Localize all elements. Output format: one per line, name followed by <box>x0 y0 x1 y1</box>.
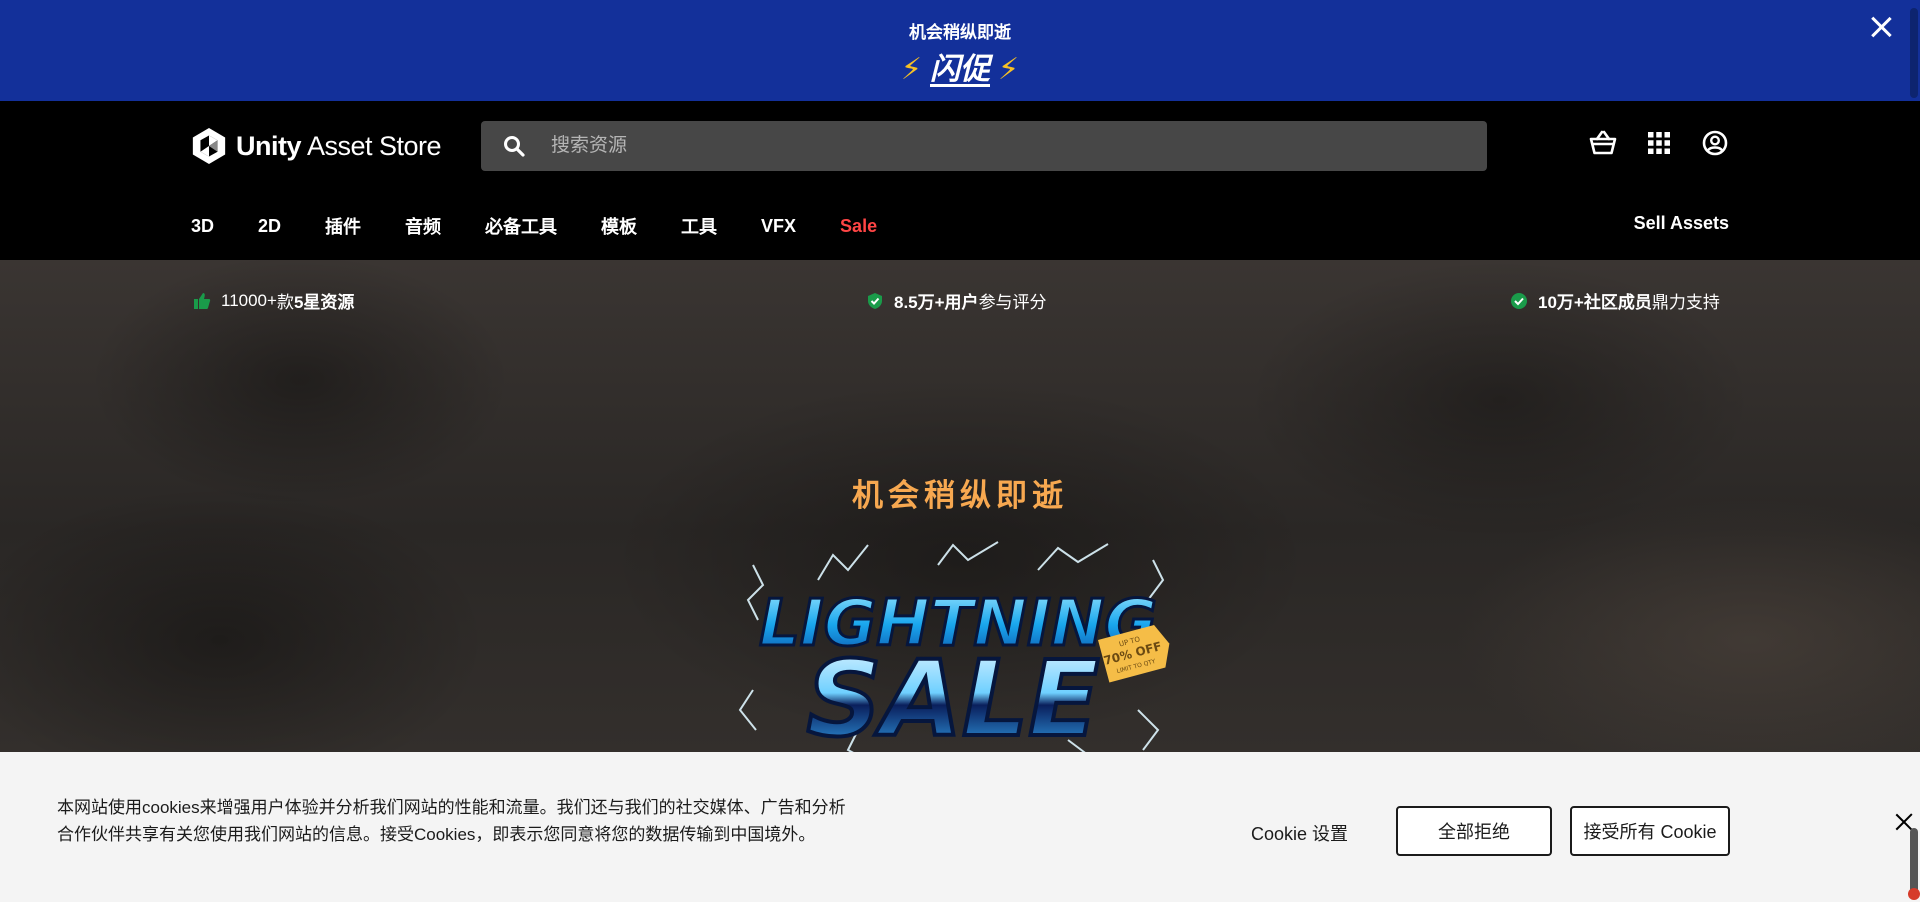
nav-item-vfx[interactable]: VFX <box>761 216 796 237</box>
header-icons <box>1589 129 1729 157</box>
hero-title: 机会稍纵即逝 <box>852 478 1068 513</box>
cookie-settings-button[interactable]: Cookie 设置 <box>1251 820 1348 846</box>
nav-item-essentials[interactable]: 必备工具 <box>485 213 557 239</box>
nav-item-3d[interactable]: 3D <box>191 216 214 237</box>
trust-reviews-count: 8.5万+用户 <box>894 293 979 312</box>
cookie-banner: 本网站使用cookies来增强用户体验并分析我们网站的性能和流量。我们还与我们的… <box>0 752 1920 902</box>
trust-assets-count: 11000+ <box>221 290 277 310</box>
lightning-sale-artwork: LIGHTNING SALE UP TO 70% OFF LIMIT TO QT… <box>738 541 1170 760</box>
promo-banner: 机会稍纵即逝 ⚡ 闪促 ⚡ <box>0 0 1920 101</box>
trust-reviews-label: 参与评分 <box>978 293 1047 312</box>
nav-item-templates[interactable]: 模板 <box>601 213 637 239</box>
search-input[interactable] <box>551 135 1451 157</box>
trust-community-count: 10万+社区成员 <box>1538 293 1652 312</box>
lightning-bolt-icon: ⚡ <box>900 53 922 86</box>
brand-name: Unity <box>236 130 302 161</box>
unity-logo-icon <box>192 127 226 165</box>
check-circle-icon <box>1511 292 1527 309</box>
promo-subtitle: 机会稍纵即逝 <box>909 23 1011 42</box>
search-bar[interactable] <box>481 121 1487 171</box>
scrollbar[interactable] <box>1910 8 1918 98</box>
logo[interactable]: Unity Asset Store <box>190 125 442 167</box>
accept-all-cookies-button[interactable]: 接受所有 Cookie <box>1570 806 1730 856</box>
art-word-sale: SALE <box>807 638 1100 760</box>
promo-headline: ⚡ 闪促 ⚡ <box>0 44 1920 88</box>
trust-item-assets: 11000+ 款 5星资源 <box>193 288 354 313</box>
shield-check-icon <box>868 292 882 309</box>
nav-item-tools[interactable]: 工具 <box>681 213 717 239</box>
cart-icon[interactable] <box>1589 129 1617 157</box>
lightning-bolt-icon: ⚡ <box>998 53 1020 86</box>
reject-all-button[interactable]: 全部拒绝 <box>1396 806 1552 856</box>
trust-assets-unit: 款 <box>276 293 294 312</box>
category-nav: 3D 2D 插件 音频 必备工具 模板 工具 VFX Sale <box>191 213 921 239</box>
nav-item-plugins[interactable]: 插件 <box>325 213 361 239</box>
trust-assets-label: 5星资源 <box>293 293 355 312</box>
scrollbar[interactable] <box>1908 828 1920 900</box>
site-header: Unity Asset Store 搜索资源 3D 2D 插件 音频 必备工具 … <box>0 101 1920 260</box>
nav-item-sale[interactable]: Sale <box>840 216 877 237</box>
promo-link[interactable]: 闪促 <box>930 53 990 86</box>
trust-community-label: 鼎力支持 <box>1651 293 1720 312</box>
hero-banner[interactable]: 11000+ 款 5星资源 8.5万+用户 参与评分 10万+社区成员 鼎力支持 机会稍… <box>0 260 1920 760</box>
nav-item-audio[interactable]: 音频 <box>405 213 441 239</box>
close-icon[interactable] <box>1868 14 1894 40</box>
trust-item-community: 10万+社区成员 鼎力支持 <box>1510 288 1720 313</box>
brand-subname: Asset Store <box>307 130 442 161</box>
apps-grid-icon[interactable] <box>1645 129 1673 157</box>
trust-item-reviews: 8.5万+用户 参与评分 <box>866 288 1047 313</box>
nav-item-2d[interactable]: 2D <box>258 216 281 237</box>
thumbs-up-icon <box>194 292 211 309</box>
account-icon[interactable] <box>1701 129 1729 157</box>
sell-assets-link[interactable]: Sell Assets <box>1634 213 1729 234</box>
cookie-message: 本网站使用cookies来增强用户体验并分析我们网站的性能和流量。我们还与我们的… <box>57 798 846 844</box>
search-icon <box>504 136 525 157</box>
